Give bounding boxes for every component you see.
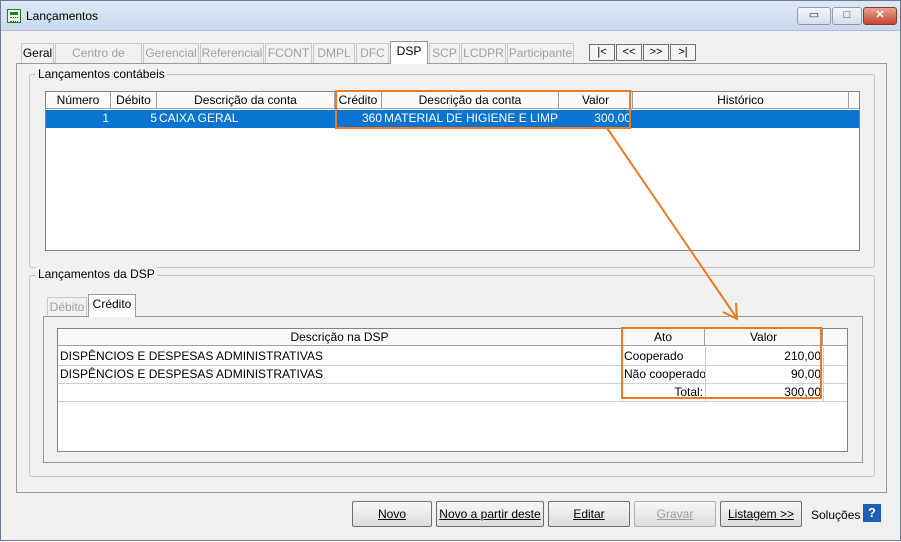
listagem-button[interactable]: Listagem >> <box>720 501 802 527</box>
gravar-label: Gravar <box>656 507 694 521</box>
novo-a-partir-label: Novo a partir deste <box>439 507 541 521</box>
novo-button[interactable]: Novo <box>352 501 432 527</box>
editar-label: Editar <box>573 507 605 521</box>
listagem-label: Listagem >> <box>727 507 795 521</box>
novo-label: Novo <box>377 507 406 521</box>
solucoes-label[interactable]: Soluções <box>811 508 860 522</box>
window: Lançamentos ▭ □ ✕ Geral Centro de Custo … <box>0 0 901 541</box>
help-icon[interactable]: ? <box>863 504 881 522</box>
tab-dsp[interactable]: DSP <box>390 41 428 64</box>
editar-button[interactable]: Editar <box>548 501 630 527</box>
novo-a-partir-button[interactable]: Novo a partir deste <box>436 501 544 527</box>
arrow-annotation <box>606 127 739 321</box>
tab-dsp-credito[interactable]: Crédito <box>88 294 136 317</box>
arrow-line <box>606 127 737 318</box>
gravar-button[interactable]: Gravar <box>634 501 716 527</box>
